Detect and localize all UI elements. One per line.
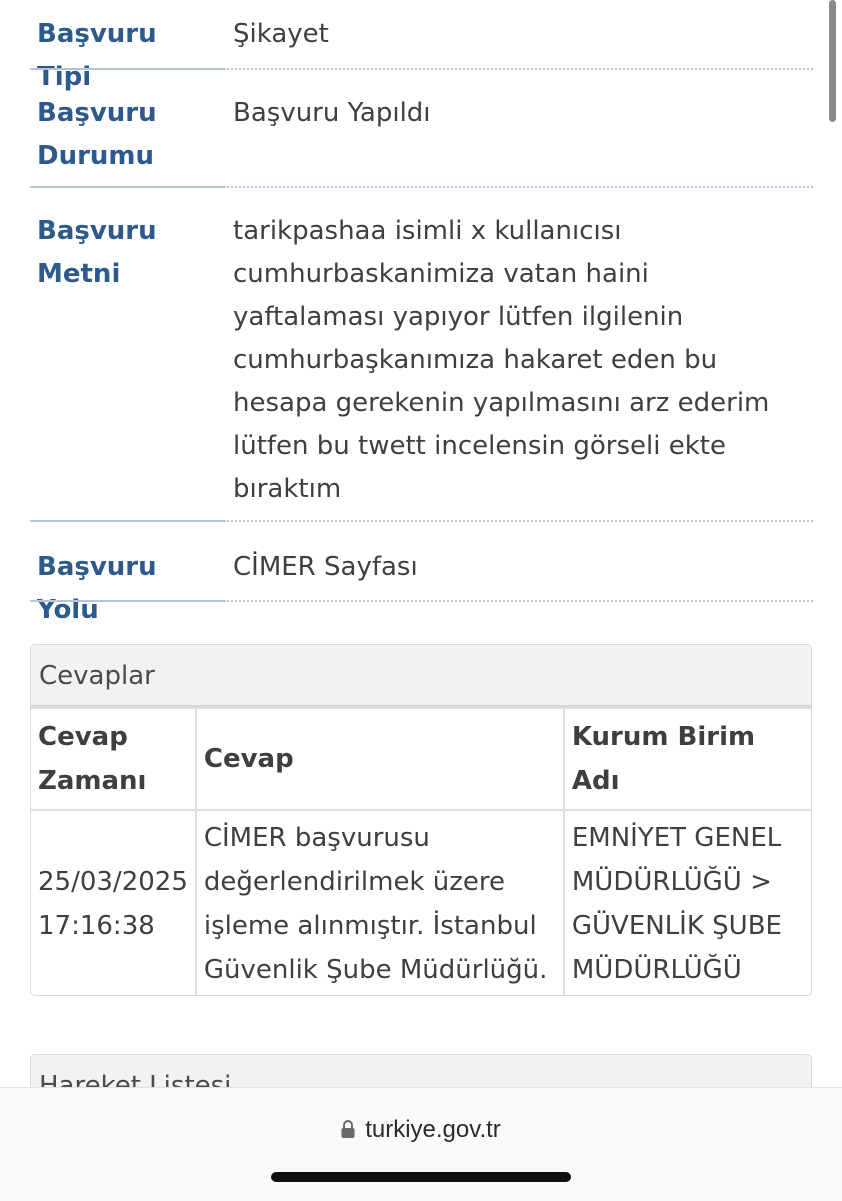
lock-icon [341, 1118, 355, 1146]
url-display[interactable]: turkiye.gov.tr [0, 1116, 842, 1146]
detail-label: Başvuru Metni [37, 216, 157, 289]
detail-value: Başvuru Yapıldı [233, 98, 431, 128]
answer-text-cell: CİMER başvurusu değerlendirilmek üzere i… [194, 809, 565, 995]
answers-table: Cevap Zamanı Cevap Kurum Birim Adı 25/03… [31, 707, 811, 995]
table-row: 25/03/2025 17:16:38 CİMER başvurusu değe… [31, 809, 811, 995]
application-details: Başvuru Tipi Şikayet Başvuru Durumu Başv… [30, 0, 813, 625]
unit-name-cell: EMNİYET GENEL MÜDÜRLÜĞÜ > GÜVENLİK ŞUBE … [562, 809, 811, 995]
home-indicator[interactable] [271, 1172, 571, 1182]
detail-value: tarikpashaa isimli x kullanıcısı cumhurb… [233, 216, 770, 504]
detail-label: Başvuru Yolu [37, 552, 157, 625]
detail-label: Başvuru Tipi [37, 19, 157, 92]
url-text: turkiye.gov.tr [365, 1116, 501, 1143]
column-header-answer: Cevap [194, 707, 565, 811]
detail-value: Şikayet [233, 19, 329, 49]
answer-time-cell: 25/03/2025 17:16:38 [31, 809, 197, 995]
detail-value: CİMER Sayfası [233, 552, 418, 582]
detail-row-channel: Başvuru Yolu CİMER Sayfası [30, 522, 813, 625]
detail-row-text: Başvuru Metni tarikpashaa isimli x kulla… [30, 188, 813, 522]
page-scrollbar[interactable] [829, 0, 836, 122]
detail-label: Başvuru Durumu [37, 98, 157, 171]
table-header-row: Cevap Zamanı Cevap Kurum Birim Adı [31, 707, 811, 811]
answers-panel: Cevaplar Cevap Zamanı Cevap Kurum Birim … [30, 644, 812, 996]
detail-row-type: Başvuru Tipi Şikayet [30, 0, 813, 92]
answers-panel-title: Cevaplar [31, 645, 811, 707]
detail-row-status: Başvuru Durumu Başvuru Yapıldı [30, 70, 813, 188]
browser-address-bar[interactable]: turkiye.gov.tr [0, 1087, 842, 1201]
column-header-answer-time: Cevap Zamanı [31, 707, 197, 811]
column-header-unit-name: Kurum Birim Adı [562, 707, 811, 811]
